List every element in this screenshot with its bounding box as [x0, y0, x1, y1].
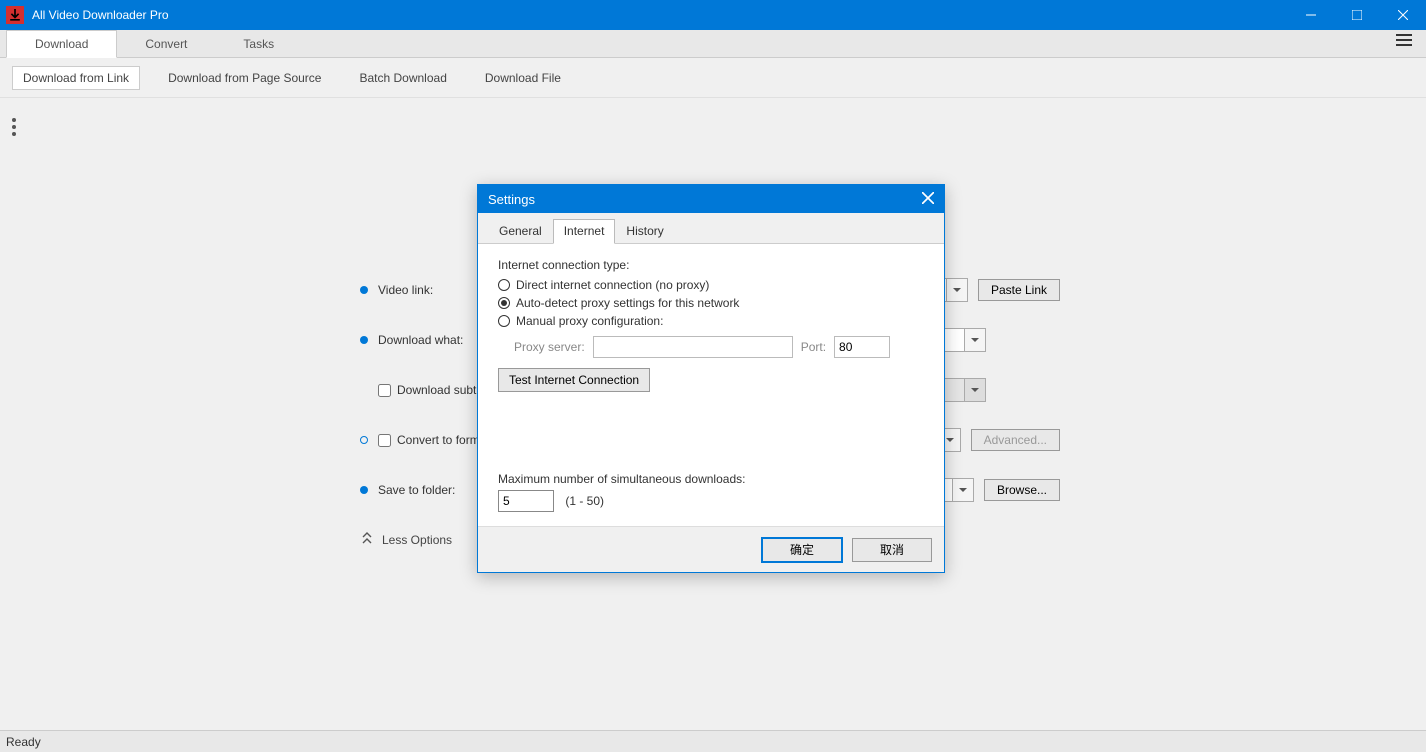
- settings-body: Internet connection type: Direct interne…: [478, 244, 944, 526]
- advanced-button[interactable]: Advanced...: [971, 429, 1060, 451]
- titlebar: All Video Downloader Pro: [0, 0, 1426, 30]
- status-text: Ready: [6, 735, 41, 749]
- subtitles-dropdown[interactable]: [964, 378, 986, 402]
- radio-manual-label: Manual proxy configuration:: [516, 314, 663, 328]
- settings-tab-history[interactable]: History: [615, 219, 674, 243]
- radio-icon: [498, 279, 510, 291]
- proxy-server-label: Proxy server:: [514, 340, 585, 354]
- dialog-footer: 确定 取消: [478, 526, 944, 572]
- max-downloads-input[interactable]: [498, 490, 554, 512]
- tab-convert[interactable]: Convert: [117, 31, 215, 57]
- tab-download[interactable]: Download: [6, 30, 117, 58]
- radio-auto-label: Auto-detect proxy settings for this netw…: [516, 296, 739, 310]
- radio-direct[interactable]: Direct internet connection (no proxy): [498, 278, 924, 292]
- bullet-hollow-icon: [360, 436, 368, 444]
- radio-manual[interactable]: Manual proxy configuration:: [498, 314, 924, 328]
- max-downloads-range: (1 - 50): [565, 494, 604, 508]
- convert-format-checkbox[interactable]: [378, 434, 391, 447]
- test-connection-button[interactable]: Test Internet Connection: [498, 368, 650, 392]
- settings-tab-strip: General Internet History: [478, 213, 944, 244]
- bullet-icon: [360, 336, 368, 344]
- video-link-dropdown[interactable]: [946, 278, 968, 302]
- subtab-from-link[interactable]: Download from Link: [12, 66, 140, 90]
- app-icon: [6, 6, 24, 24]
- radio-icon: [498, 315, 510, 327]
- settings-tab-general[interactable]: General: [488, 219, 553, 243]
- download-subtitles-checkbox[interactable]: [378, 384, 391, 397]
- dialog-titlebar[interactable]: Settings: [478, 185, 944, 213]
- paste-link-button[interactable]: Paste Link: [978, 279, 1060, 301]
- chevron-up-icon: [362, 532, 372, 547]
- app-title: All Video Downloader Pro: [32, 8, 169, 22]
- cancel-button[interactable]: 取消: [852, 538, 932, 562]
- radio-icon-selected: [498, 297, 510, 309]
- settings-dialog: Settings General Internet History Intern…: [477, 184, 945, 573]
- main-tab-strip: Download Convert Tasks: [0, 30, 1426, 58]
- maximize-button[interactable]: [1334, 0, 1380, 30]
- proxy-server-input[interactable]: [593, 336, 793, 358]
- subtab-from-source[interactable]: Download from Page Source: [158, 67, 331, 89]
- browse-button[interactable]: Browse...: [984, 479, 1060, 501]
- close-button[interactable]: [1380, 0, 1426, 30]
- minimize-button[interactable]: [1288, 0, 1334, 30]
- connection-type-label: Internet connection type:: [498, 258, 924, 272]
- max-downloads-label: Maximum number of simultaneous downloads…: [498, 472, 924, 486]
- less-options-label: Less Options: [382, 533, 452, 547]
- bullet-icon: [360, 286, 368, 294]
- subtab-file[interactable]: Download File: [475, 67, 571, 89]
- ok-button[interactable]: 确定: [762, 538, 842, 562]
- bullet-icon: [360, 486, 368, 494]
- convert-format-label: Convert to format: [397, 433, 490, 447]
- subtab-batch[interactable]: Batch Download: [349, 67, 456, 89]
- radio-auto[interactable]: Auto-detect proxy settings for this netw…: [498, 296, 924, 310]
- sub-tab-strip: Download from Link Download from Page So…: [0, 58, 1426, 98]
- status-bar: Ready: [0, 730, 1426, 752]
- dialog-title: Settings: [488, 192, 535, 207]
- radio-direct-label: Direct internet connection (no proxy): [516, 278, 709, 292]
- port-input[interactable]: [834, 336, 890, 358]
- dialog-close-button[interactable]: [922, 192, 934, 207]
- download-what-dropdown[interactable]: [964, 328, 986, 352]
- port-label: Port:: [801, 340, 826, 354]
- hamburger-menu-icon[interactable]: [1390, 28, 1418, 57]
- settings-tab-internet[interactable]: Internet: [553, 219, 616, 244]
- kebab-menu-icon[interactable]: [12, 118, 16, 136]
- save-folder-dropdown[interactable]: [952, 478, 974, 502]
- tab-tasks[interactable]: Tasks: [215, 31, 302, 57]
